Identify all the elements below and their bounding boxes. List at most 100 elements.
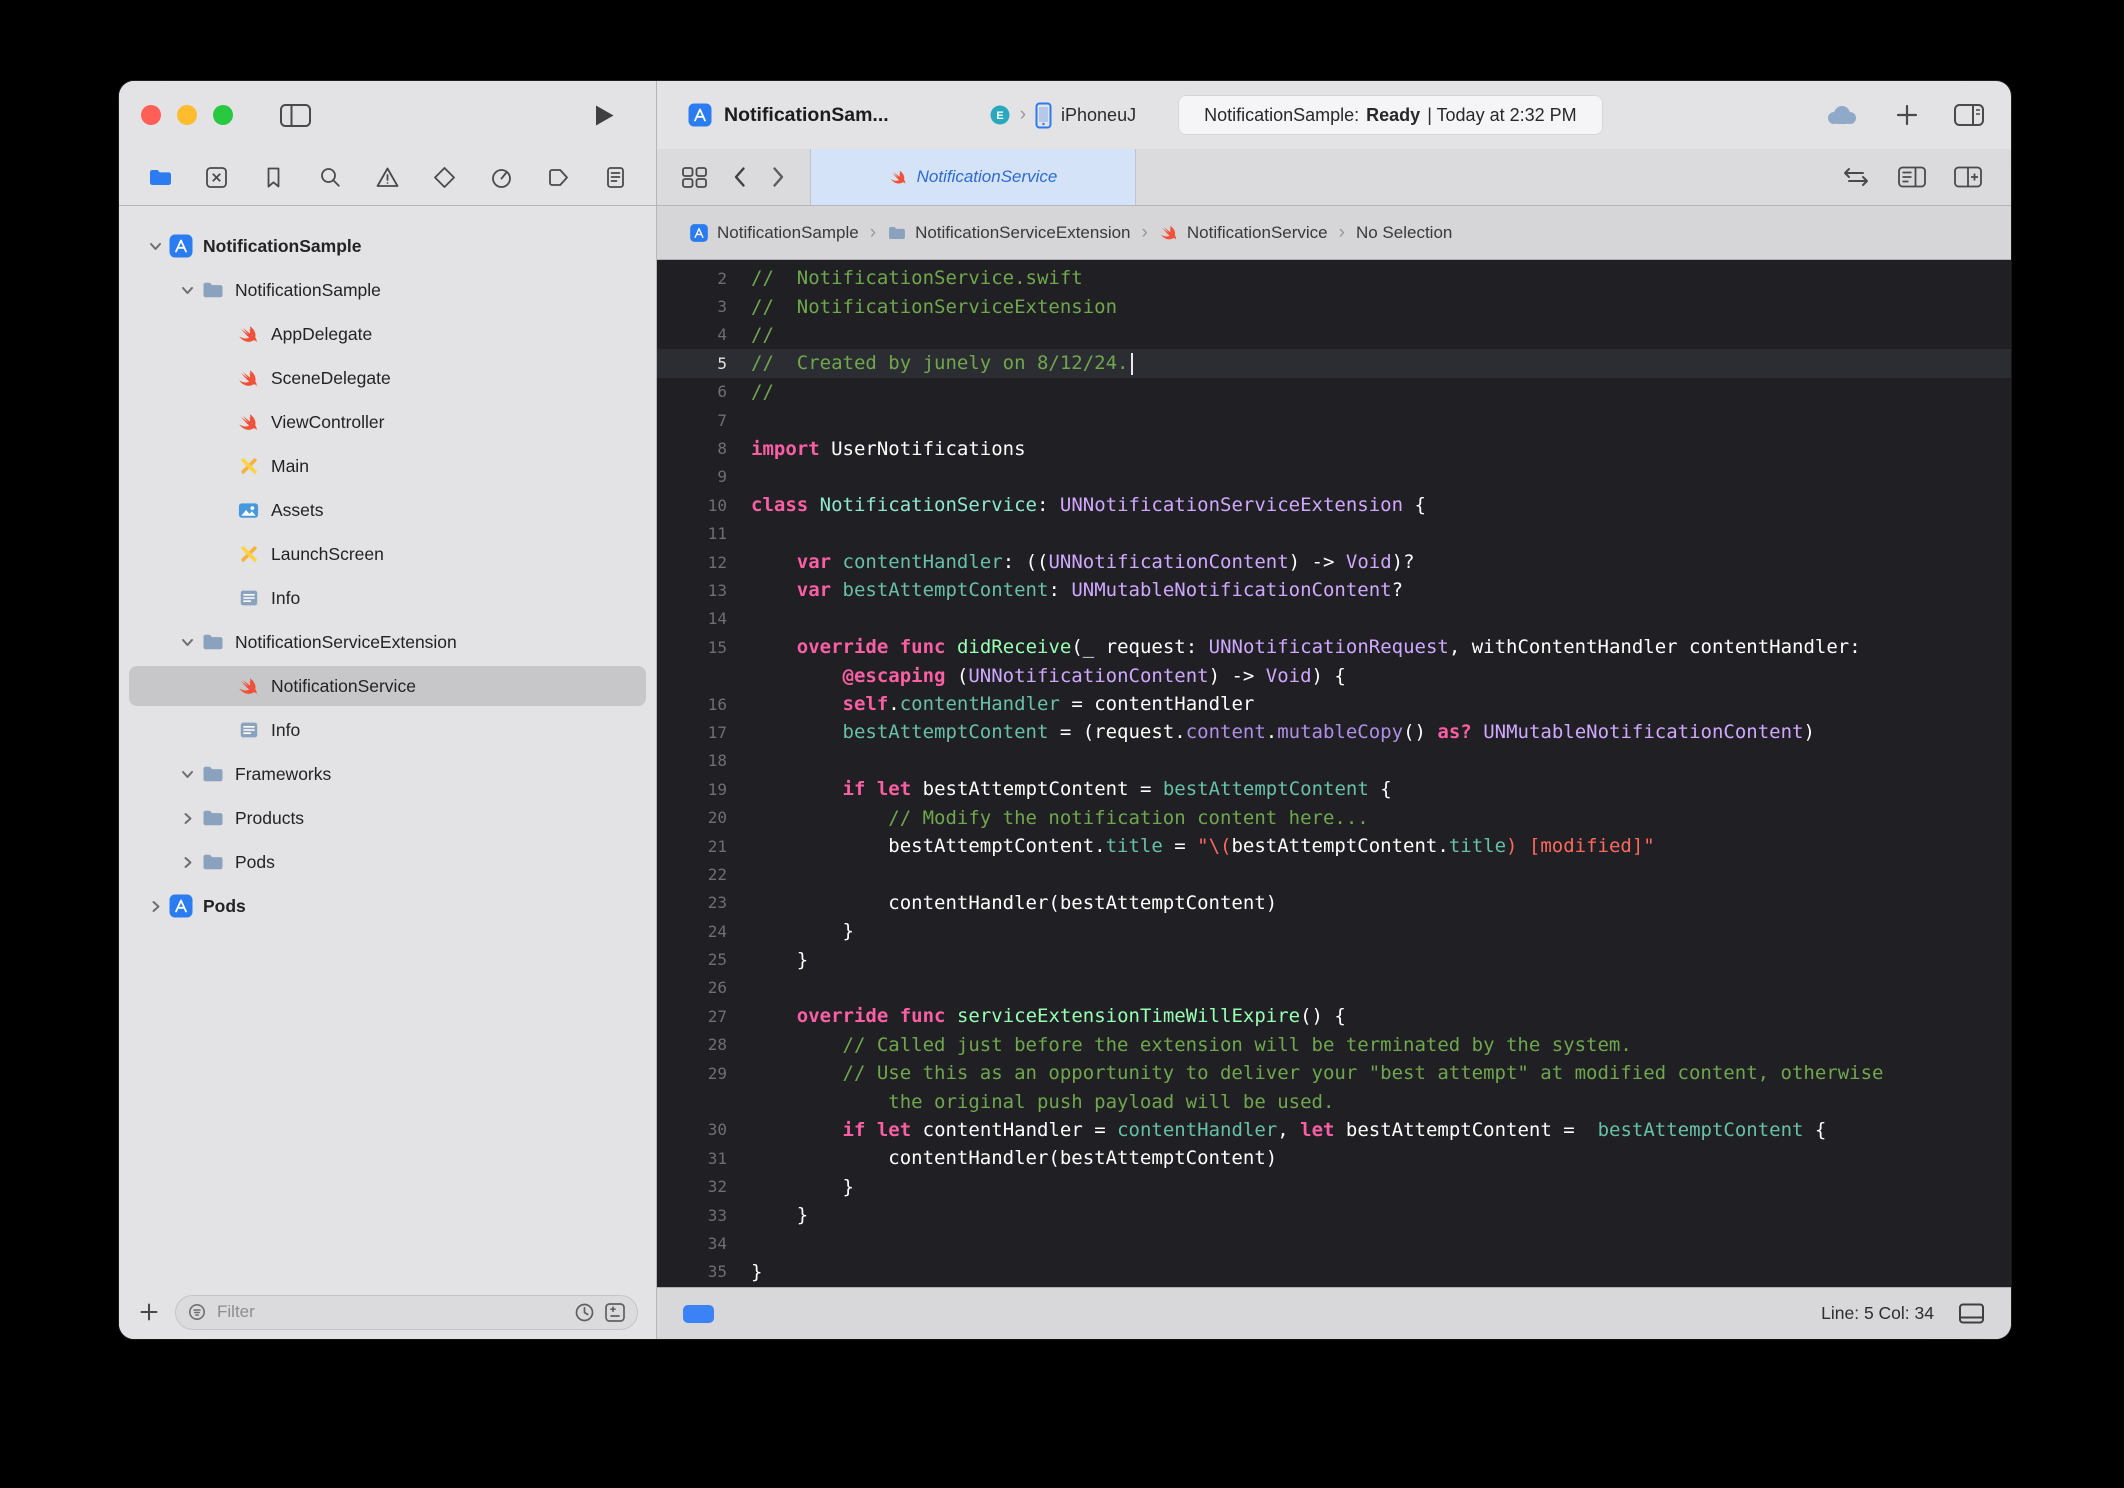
code-line[interactable]: 20 // Modify the notification content he… xyxy=(657,803,2011,831)
scheme-selector[interactable]: E › iPhoneuJ xyxy=(989,102,1136,129)
tree-item-appdelegate[interactable]: AppDelegate xyxy=(119,312,656,356)
code-line[interactable]: 30 if let contentHandler = contentHandle… xyxy=(657,1116,2011,1144)
line-number[interactable]: 24 xyxy=(657,922,737,941)
activity-status[interactable]: NotificationSample: Ready | Today at 2:3… xyxy=(1178,95,1603,135)
code-line[interactable]: 7 xyxy=(657,406,2011,434)
close-icon[interactable] xyxy=(141,105,161,125)
flags-filter-icon[interactable] xyxy=(604,1302,626,1323)
line-number[interactable]: 23 xyxy=(657,893,737,912)
line-number[interactable]: 11 xyxy=(657,524,737,543)
code-line[interactable]: 8import UserNotifications xyxy=(657,434,2011,462)
line-number[interactable]: 34 xyxy=(657,1234,737,1253)
editor-layout-icon[interactable] xyxy=(1953,102,1985,128)
line-number[interactable]: 18 xyxy=(657,751,737,770)
code-area[interactable]: 2// NotificationService.swift3// Notific… xyxy=(657,260,2011,1287)
source-control-navigator-icon[interactable] xyxy=(202,162,232,192)
code-line[interactable]: 9 xyxy=(657,463,2011,491)
line-number[interactable]: 25 xyxy=(657,950,737,969)
find-navigator-icon[interactable] xyxy=(316,162,346,192)
code-review-icon[interactable] xyxy=(1841,166,1871,188)
tests-navigator-icon[interactable] xyxy=(429,162,459,192)
minimize-icon[interactable] xyxy=(177,105,197,125)
code-line[interactable]: 3// NotificationServiceExtension xyxy=(657,292,2011,320)
line-number[interactable]: 29 xyxy=(657,1064,737,1083)
new-tab-icon[interactable] xyxy=(1893,101,1921,129)
code-line[interactable]: 23 contentHandler(bestAttemptContent) xyxy=(657,889,2011,917)
tree-item-notificationservice[interactable]: NotificationService xyxy=(119,664,656,708)
project-navigator-icon[interactable] xyxy=(145,162,175,192)
line-number[interactable]: 22 xyxy=(657,865,737,884)
editor-display-icon[interactable] xyxy=(1958,1302,1985,1325)
tree-item-assets[interactable]: Assets xyxy=(119,488,656,532)
code-line[interactable]: 22 xyxy=(657,860,2011,888)
breadcrumb-item[interactable]: NotificationServiceExtension xyxy=(887,223,1130,243)
line-number[interactable]: 6 xyxy=(657,382,737,401)
related-items-icon[interactable] xyxy=(681,166,708,189)
breadcrumb-item[interactable]: NotificationSample xyxy=(689,223,859,243)
code-line[interactable]: 19 if let bestAttemptContent = bestAttem… xyxy=(657,775,2011,803)
run-icon[interactable] xyxy=(593,103,616,128)
tree-item-frameworks[interactable]: Frameworks xyxy=(119,752,656,796)
disclosure-chevron-icon[interactable] xyxy=(175,855,199,870)
tree-item-viewcontroller[interactable]: ViewController xyxy=(119,400,656,444)
line-number[interactable]: 17 xyxy=(657,723,737,742)
tree-item-info[interactable]: Info xyxy=(119,708,656,752)
code-line[interactable]: 33 } xyxy=(657,1201,2011,1229)
issues-navigator-icon[interactable] xyxy=(373,162,403,192)
disclosure-chevron-icon[interactable] xyxy=(175,811,199,826)
code-line[interactable]: 34 xyxy=(657,1229,2011,1257)
code-line[interactable]: @escaping (UNNotificationContent) -> Voi… xyxy=(657,661,2011,689)
tree-item-launchscreen[interactable]: LaunchScreen xyxy=(119,532,656,576)
line-number[interactable]: 35 xyxy=(657,1262,737,1281)
code-line[interactable]: 17 bestAttemptContent = (request.content… xyxy=(657,718,2011,746)
tree-item-main[interactable]: Main xyxy=(119,444,656,488)
code-line[interactable]: the original push payload will be used. xyxy=(657,1087,2011,1115)
forward-icon[interactable] xyxy=(771,165,786,189)
tree-item-notificationsample[interactable]: NotificationSample xyxy=(119,224,656,268)
code-line[interactable]: 28 // Called just before the extension w… xyxy=(657,1031,2011,1059)
add-editor-icon[interactable] xyxy=(1953,165,1983,189)
code-line[interactable]: 4// xyxy=(657,321,2011,349)
code-line[interactable]: 32 } xyxy=(657,1173,2011,1201)
disclosure-chevron-icon[interactable] xyxy=(175,767,199,782)
code-line[interactable]: 2// NotificationService.swift xyxy=(657,264,2011,292)
tree-item-pods[interactable]: Pods xyxy=(119,840,656,884)
line-number[interactable]: 31 xyxy=(657,1149,737,1168)
breakpoints-navigator-icon[interactable] xyxy=(543,162,573,192)
line-number[interactable]: 32 xyxy=(657,1177,737,1196)
reports-navigator-icon[interactable] xyxy=(600,162,630,192)
line-number[interactable]: 15 xyxy=(657,638,737,657)
code-line[interactable]: 24 } xyxy=(657,917,2011,945)
code-line[interactable]: 13 var bestAttemptContent: UNMutableNoti… xyxy=(657,576,2011,604)
breadcrumb-item[interactable]: No Selection xyxy=(1356,223,1452,243)
line-number[interactable]: 27 xyxy=(657,1007,737,1026)
tree-item-pods[interactable]: Pods xyxy=(119,884,656,928)
code-line[interactable]: 26 xyxy=(657,974,2011,1002)
line-number[interactable]: 33 xyxy=(657,1206,737,1225)
code-line[interactable]: 29 // Use this as an opportunity to deli… xyxy=(657,1059,2011,1087)
line-number[interactable]: 16 xyxy=(657,695,737,714)
tree-item-notificationserviceextension[interactable]: NotificationServiceExtension xyxy=(119,620,656,664)
code-line[interactable]: 18 xyxy=(657,747,2011,775)
tab-notificationservice[interactable]: NotificationService xyxy=(810,149,1136,205)
line-number[interactable]: 30 xyxy=(657,1120,737,1139)
zoom-icon[interactable] xyxy=(213,105,233,125)
tree-item-products[interactable]: Products xyxy=(119,796,656,840)
code-line[interactable]: 11 xyxy=(657,520,2011,548)
recents-clock-icon[interactable] xyxy=(574,1302,595,1323)
code-line[interactable]: 6// xyxy=(657,378,2011,406)
code-line[interactable]: 25 } xyxy=(657,945,2011,973)
line-number[interactable]: 20 xyxy=(657,808,737,827)
line-number[interactable]: 21 xyxy=(657,837,737,856)
line-number[interactable]: 26 xyxy=(657,978,737,997)
code-line[interactable]: 5// Created by junely on 8/12/24. xyxy=(657,349,2011,377)
disclosure-chevron-icon[interactable] xyxy=(175,635,199,650)
disclosure-chevron-icon[interactable] xyxy=(175,283,199,298)
code-line[interactable]: 10class NotificationService: UNNotificat… xyxy=(657,491,2011,519)
line-number[interactable]: 13 xyxy=(657,581,737,600)
code-line[interactable]: 15 override func didReceive(_ request: U… xyxy=(657,633,2011,661)
breadcrumb-item[interactable]: NotificationService xyxy=(1159,223,1328,243)
code-line[interactable]: 21 bestAttemptContent.title = "\(bestAtt… xyxy=(657,832,2011,860)
line-number[interactable]: 3 xyxy=(657,297,737,316)
sidebar-toggle-icon[interactable] xyxy=(279,102,312,129)
